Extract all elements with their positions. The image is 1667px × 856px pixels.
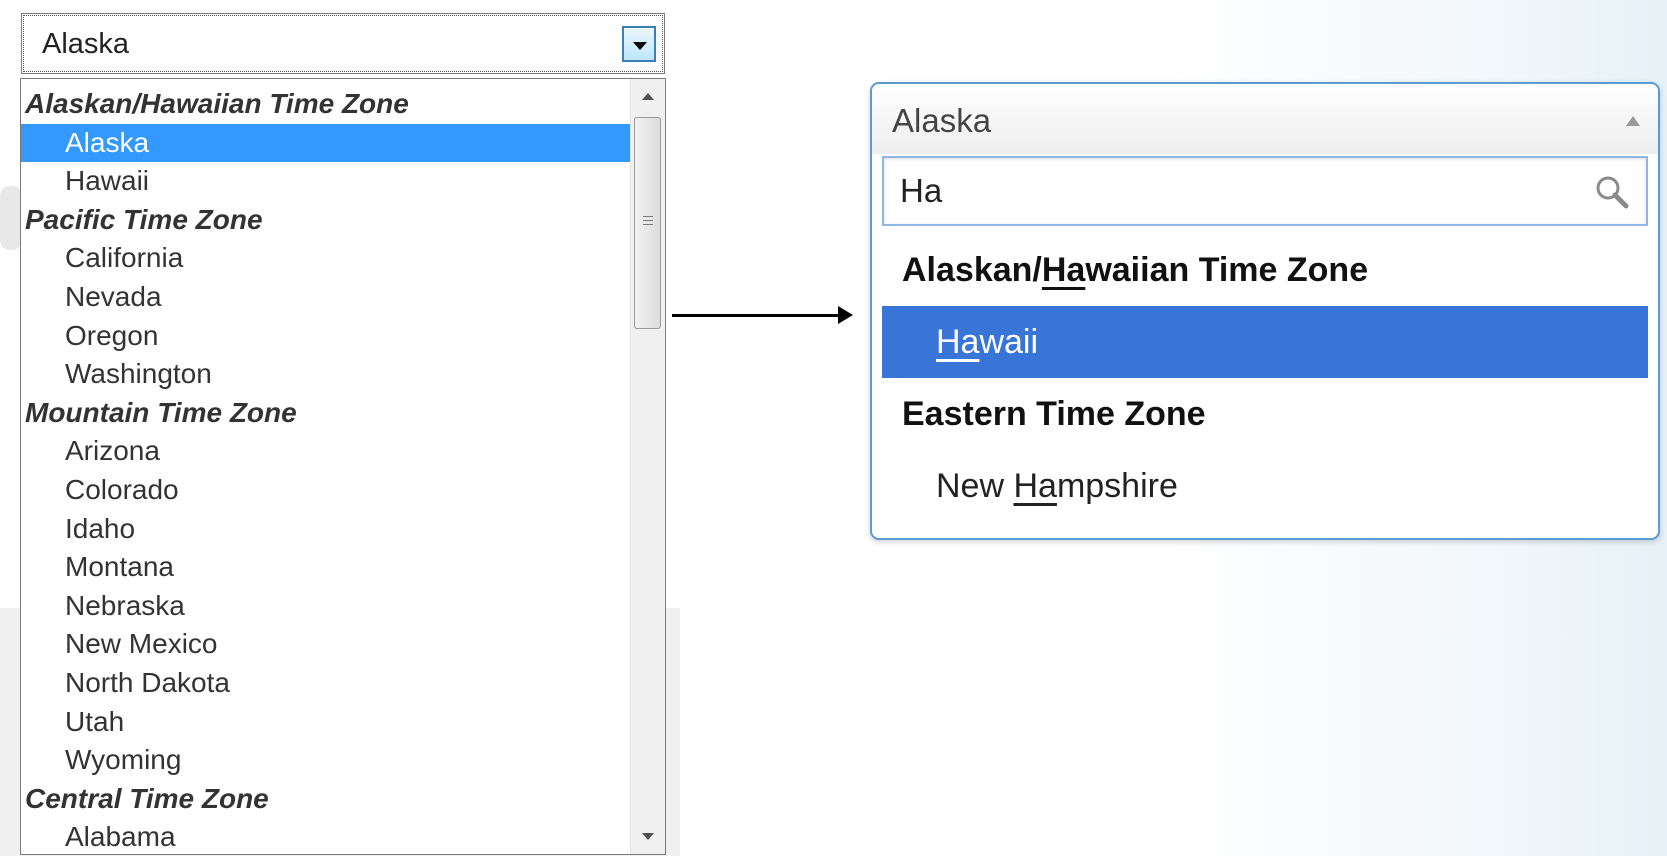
native-option[interactable]: North Dakota <box>21 664 631 703</box>
native-option[interactable]: Wyoming <box>21 741 631 780</box>
native-select-box[interactable]: Alaska <box>21 13 665 74</box>
grip-icon <box>643 216 653 228</box>
native-option[interactable]: Nevada <box>21 278 631 317</box>
native-select-dropdown-button[interactable] <box>622 26 656 62</box>
native-option[interactable]: Oregon <box>21 317 631 356</box>
searchable-dropdown[interactable]: Alaska Alaskan/Hawaiian Time ZoneHawaiiE… <box>870 82 1660 540</box>
search-match-highlight: Ha <box>1041 251 1086 289</box>
native-option[interactable]: New Mexico <box>21 625 631 664</box>
native-optgroup-label: Central Time Zone <box>25 782 269 814</box>
native-option[interactable]: Alabama <box>21 818 631 854</box>
native-option[interactable]: Idaho <box>21 510 631 549</box>
native-optgroup-label: Mountain Time Zone <box>25 396 297 428</box>
scrollbar-thumb[interactable] <box>634 117 661 329</box>
arrow-right-icon <box>838 306 853 324</box>
chevron-up-icon[interactable] <box>1626 116 1640 126</box>
native-option[interactable]: Hawaii <box>21 162 631 201</box>
scroll-down-arrow-icon[interactable] <box>642 833 654 840</box>
search-match-highlight: Ha <box>936 323 980 361</box>
dropdown-selected-value: Alaska <box>892 102 992 139</box>
result-text: mpshire <box>1056 467 1178 505</box>
dropdown-results: Alaskan/Hawaiian Time Zone Hawaii Eastern … <box>882 234 1648 522</box>
native-select-listbox[interactable]: Alaskan/Hawaiian Time Zone Alaska Hawaii Pa… <box>20 78 666 855</box>
native-option[interactable]: California <box>21 239 631 278</box>
result-group-label: Alaskan/Hawaiian Time Zone <box>882 234 1648 306</box>
dropdown-search-box[interactable] <box>882 156 1648 226</box>
result-group-label: Eastern Time Zone <box>882 378 1648 450</box>
native-option[interactable]: Utah <box>21 703 631 742</box>
native-option[interactable]: Washington <box>21 355 631 394</box>
search-match-highlight: Ha <box>1013 467 1057 505</box>
native-option[interactable]: Colorado <box>21 471 631 510</box>
native-list-scrollbar[interactable] <box>630 79 665 854</box>
result-option[interactable]: Hawaii <box>882 306 1648 378</box>
transition-arrow-line <box>672 314 840 317</box>
native-option[interactable]: Montana <box>21 548 631 587</box>
result-text: waiian Time Zone <box>1085 251 1369 289</box>
native-optgroup-label: Alaskan/Hawaiian Time Zone <box>25 88 409 119</box>
native-select-options: Alaskan/Hawaiian Time Zone Alaska Hawaii Pa… <box>21 85 631 854</box>
scroll-up-arrow-icon[interactable] <box>642 93 654 100</box>
background-ghost-shape <box>0 186 22 250</box>
native-select-value: Alaska <box>42 28 130 60</box>
search-input[interactable] <box>900 170 1560 212</box>
native-option[interactable]: Arizona <box>21 432 631 471</box>
native-optgroup-label: Pacific Time Zone <box>25 203 263 235</box>
native-option[interactable]: Nebraska <box>21 587 631 626</box>
native-option[interactable]: Alaska <box>21 123 631 163</box>
result-option[interactable]: New Hampshire <box>882 450 1648 522</box>
result-text: New <box>936 467 1014 505</box>
result-text: Alaskan/ <box>902 251 1042 289</box>
search-icon <box>1596 176 1629 209</box>
result-text: waii <box>979 323 1039 361</box>
result-text: Eastern Time Zone <box>902 395 1206 433</box>
dropdown-header[interactable]: Alaska <box>872 84 1658 154</box>
chevron-down-icon <box>633 42 647 50</box>
